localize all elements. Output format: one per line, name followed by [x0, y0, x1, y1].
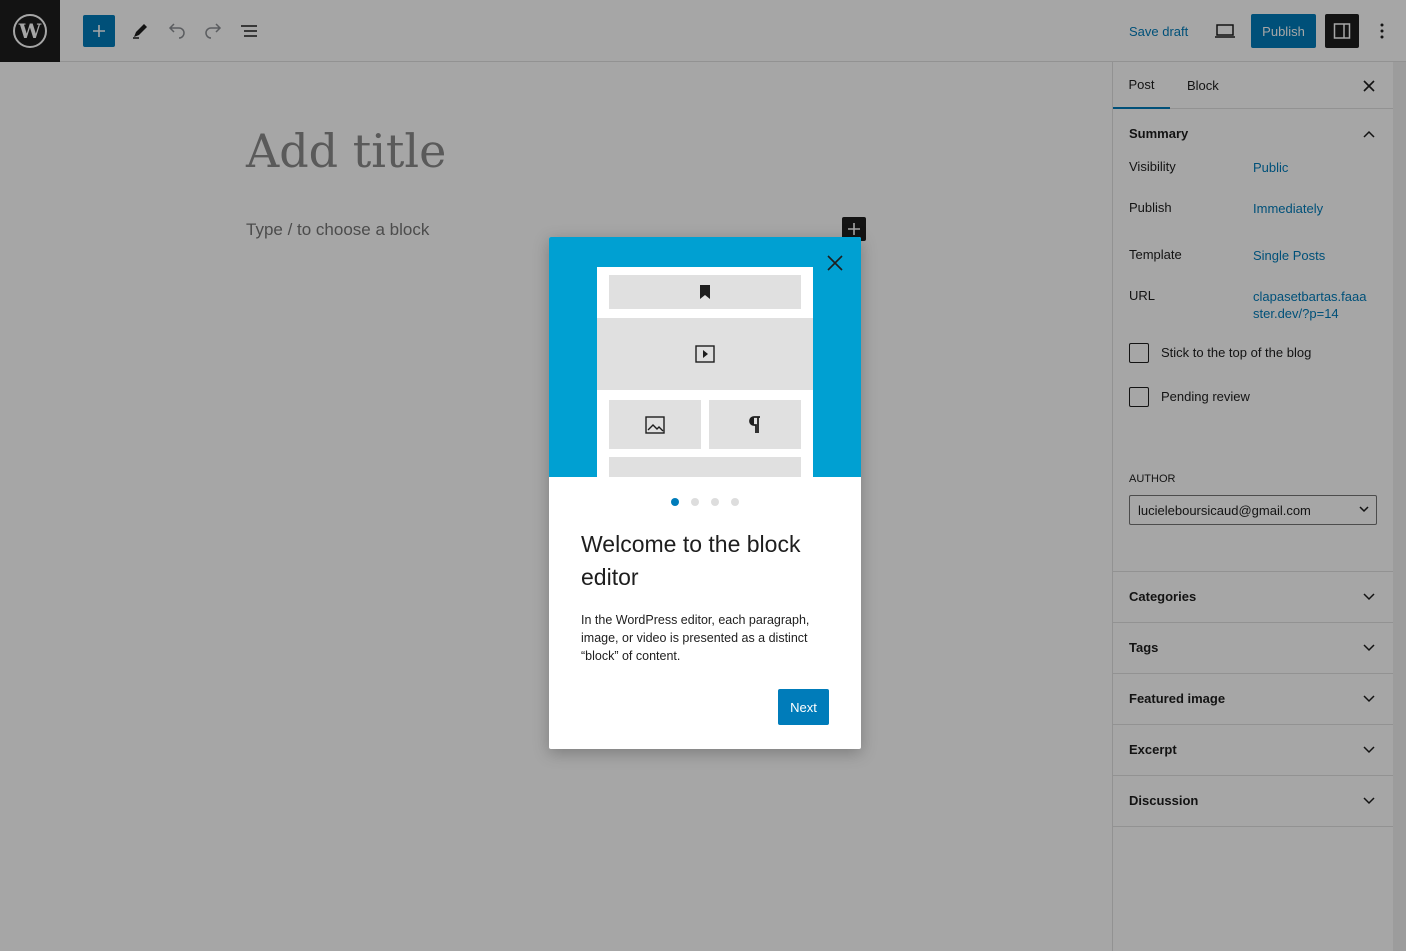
phone-illustration — [597, 267, 813, 477]
guide-title: Welcome to the block editor — [581, 531, 801, 590]
video-icon — [597, 318, 813, 390]
paragraph-icon — [709, 400, 801, 449]
image-icon — [609, 400, 701, 449]
page-indicator — [549, 498, 861, 506]
close-icon[interactable] — [823, 251, 847, 275]
placeholder-block — [609, 457, 801, 477]
page-dot-2[interactable] — [691, 498, 699, 506]
welcome-guide-dialog: Welcome to the block editor In the WordP… — [549, 237, 861, 749]
guide-illustration — [549, 237, 861, 477]
guide-text: In the WordPress editor, each paragraph,… — [581, 613, 810, 663]
page-dot-1[interactable] — [671, 498, 679, 506]
next-button[interactable]: Next — [778, 689, 829, 725]
page-dot-3[interactable] — [711, 498, 719, 506]
bookmark-icon — [609, 275, 801, 309]
page-dot-4[interactable] — [731, 498, 739, 506]
